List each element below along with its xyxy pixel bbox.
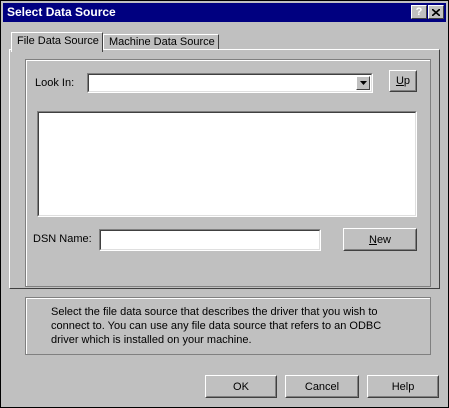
- new-button[interactable]: New: [343, 228, 417, 251]
- ok-button[interactable]: OK: [205, 375, 277, 398]
- up-button-label: Up: [395, 75, 411, 87]
- close-button[interactable]: [428, 5, 444, 19]
- help-title-button[interactable]: ?: [411, 5, 427, 19]
- look-in-combobox[interactable]: [87, 73, 373, 93]
- dialog-title: Select Data Source: [7, 5, 116, 19]
- help-icon: ?: [415, 6, 423, 18]
- close-icon: [432, 8, 440, 16]
- tab-file-data-source-label: File Data Source: [17, 35, 99, 47]
- new-button-label: New: [368, 233, 391, 246]
- dsn-name-input[interactable]: [99, 229, 321, 251]
- help-button[interactable]: Help: [367, 375, 439, 398]
- help-button-label: Help: [391, 380, 415, 393]
- description-text: Select the file data source that describ…: [51, 306, 382, 346]
- title-bar[interactable]: Select Data Source ?: [3, 3, 446, 22]
- cancel-button[interactable]: Cancel: [285, 375, 359, 398]
- select-data-source-dialog: Select Data Source ? File Data Source Ma…: [0, 0, 449, 408]
- cancel-button-label: Cancel: [304, 380, 340, 393]
- ok-button-label: OK: [233, 380, 249, 393]
- tab-machine-data-source-label: Machine Data Source: [109, 36, 215, 48]
- dsn-name-label: DSN Name:: [33, 233, 92, 245]
- up-button[interactable]: Up: [389, 70, 417, 92]
- look-in-dropdown-button[interactable]: [356, 76, 370, 90]
- file-listbox[interactable]: [37, 111, 417, 217]
- look-in-label: Look In:: [35, 77, 75, 89]
- chevron-down-icon: [359, 81, 367, 85]
- tab-machine-data-source[interactable]: Machine Data Source: [103, 34, 219, 50]
- tab-file-data-source[interactable]: File Data Source: [11, 32, 103, 52]
